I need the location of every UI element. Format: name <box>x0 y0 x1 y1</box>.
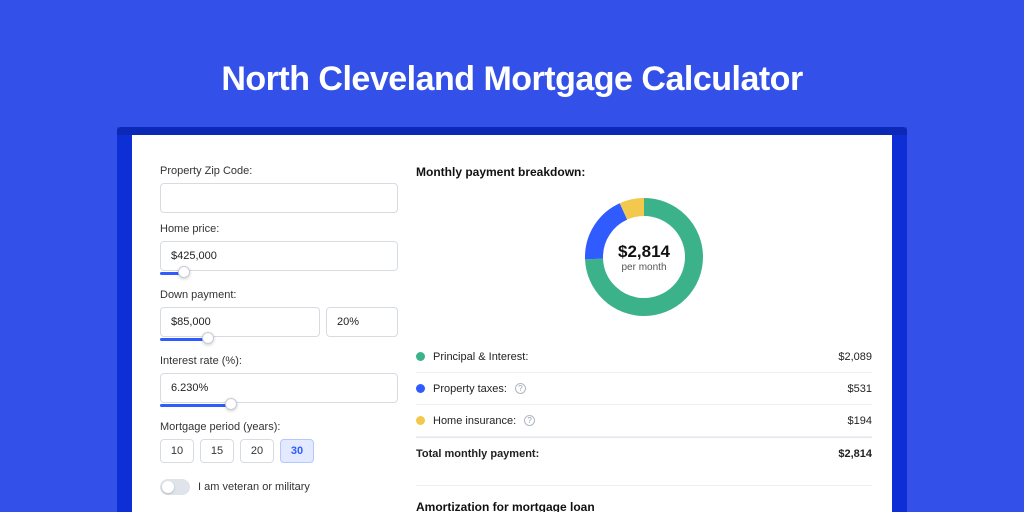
breakdown-title: Monthly payment breakdown: <box>416 165 872 179</box>
interest-input[interactable] <box>160 373 398 403</box>
veteran-toggle[interactable] <box>160 479 190 495</box>
interest-label: Interest rate (%): <box>160 355 398 367</box>
slider-track <box>160 338 208 341</box>
legend-value: $2,089 <box>838 351 872 363</box>
legend-value: $531 <box>848 383 872 395</box>
donut-chart-wrap: $2,814 per month <box>416 189 872 333</box>
legend-total-row: Total monthly payment: $2,814 <box>416 437 872 469</box>
veteran-label: I am veteran or military <box>198 481 310 493</box>
legend-row: Property taxes:? $531 <box>416 373 872 405</box>
donut-total: $2,814 <box>618 242 670 262</box>
info-icon[interactable]: ? <box>515 383 526 394</box>
home-price-field: Home price: <box>160 223 398 279</box>
legend-row: Home insurance:? $194 <box>416 405 872 437</box>
zip-label: Property Zip Code: <box>160 165 398 177</box>
down-payment-field: Down payment: <box>160 289 398 345</box>
zip-input[interactable] <box>160 183 398 213</box>
legend-label: Property taxes: <box>433 383 507 395</box>
slider-thumb[interactable] <box>202 332 214 344</box>
down-payment-pct-input[interactable] <box>326 307 398 337</box>
period-option-15[interactable]: 15 <box>200 439 234 463</box>
period-field: Mortgage period (years): 10152030 <box>160 421 398 463</box>
period-label: Mortgage period (years): <box>160 421 398 433</box>
amortization-section: Amortization for mortgage loan Amortizat… <box>416 485 872 512</box>
zip-field: Property Zip Code: <box>160 165 398 213</box>
legend: Principal & Interest: $2,089 Property taxe… <box>416 341 872 469</box>
slider-thumb[interactable] <box>225 398 237 410</box>
slider-thumb[interactable] <box>178 266 190 278</box>
legend-total-value: $2,814 <box>838 448 872 460</box>
donut-chart: $2,814 per month <box>582 195 706 319</box>
legend-dot <box>416 384 425 393</box>
legend-row: Principal & Interest: $2,089 <box>416 341 872 373</box>
interest-field: Interest rate (%): <box>160 355 398 411</box>
down-payment-input[interactable] <box>160 307 320 337</box>
calculator-card: Property Zip Code: Home price: Down paym… <box>132 135 892 512</box>
interest-slider[interactable] <box>160 401 398 411</box>
donut-sub: per month <box>621 262 666 273</box>
breakdown-panel: Monthly payment breakdown: $2,814 per mo… <box>416 165 872 512</box>
legend-value: $194 <box>848 415 872 427</box>
info-icon[interactable]: ? <box>524 415 535 426</box>
veteran-row: I am veteran or military <box>160 479 398 495</box>
donut-center: $2,814 per month <box>582 195 706 319</box>
period-options: 10152030 <box>160 439 398 463</box>
home-price-label: Home price: <box>160 223 398 235</box>
card-shadow <box>117 127 907 135</box>
legend-label: Principal & Interest: <box>433 351 528 363</box>
legend-total-label: Total monthly payment: <box>416 448 539 460</box>
period-option-20[interactable]: 20 <box>240 439 274 463</box>
down-payment-slider[interactable] <box>160 335 398 345</box>
card-backplate: Property Zip Code: Home price: Down paym… <box>117 127 907 512</box>
legend-dot <box>416 416 425 425</box>
down-payment-label: Down payment: <box>160 289 398 301</box>
legend-dot <box>416 352 425 361</box>
period-option-10[interactable]: 10 <box>160 439 194 463</box>
home-price-slider[interactable] <box>160 269 398 279</box>
slider-track <box>160 404 231 407</box>
amortization-title: Amortization for mortgage loan <box>416 500 872 512</box>
page-title: North Cleveland Mortgage Calculator <box>0 0 1024 127</box>
period-option-30[interactable]: 30 <box>280 439 314 463</box>
home-price-input[interactable] <box>160 241 398 271</box>
form-panel: Property Zip Code: Home price: Down paym… <box>160 165 398 512</box>
legend-label: Home insurance: <box>433 415 516 427</box>
